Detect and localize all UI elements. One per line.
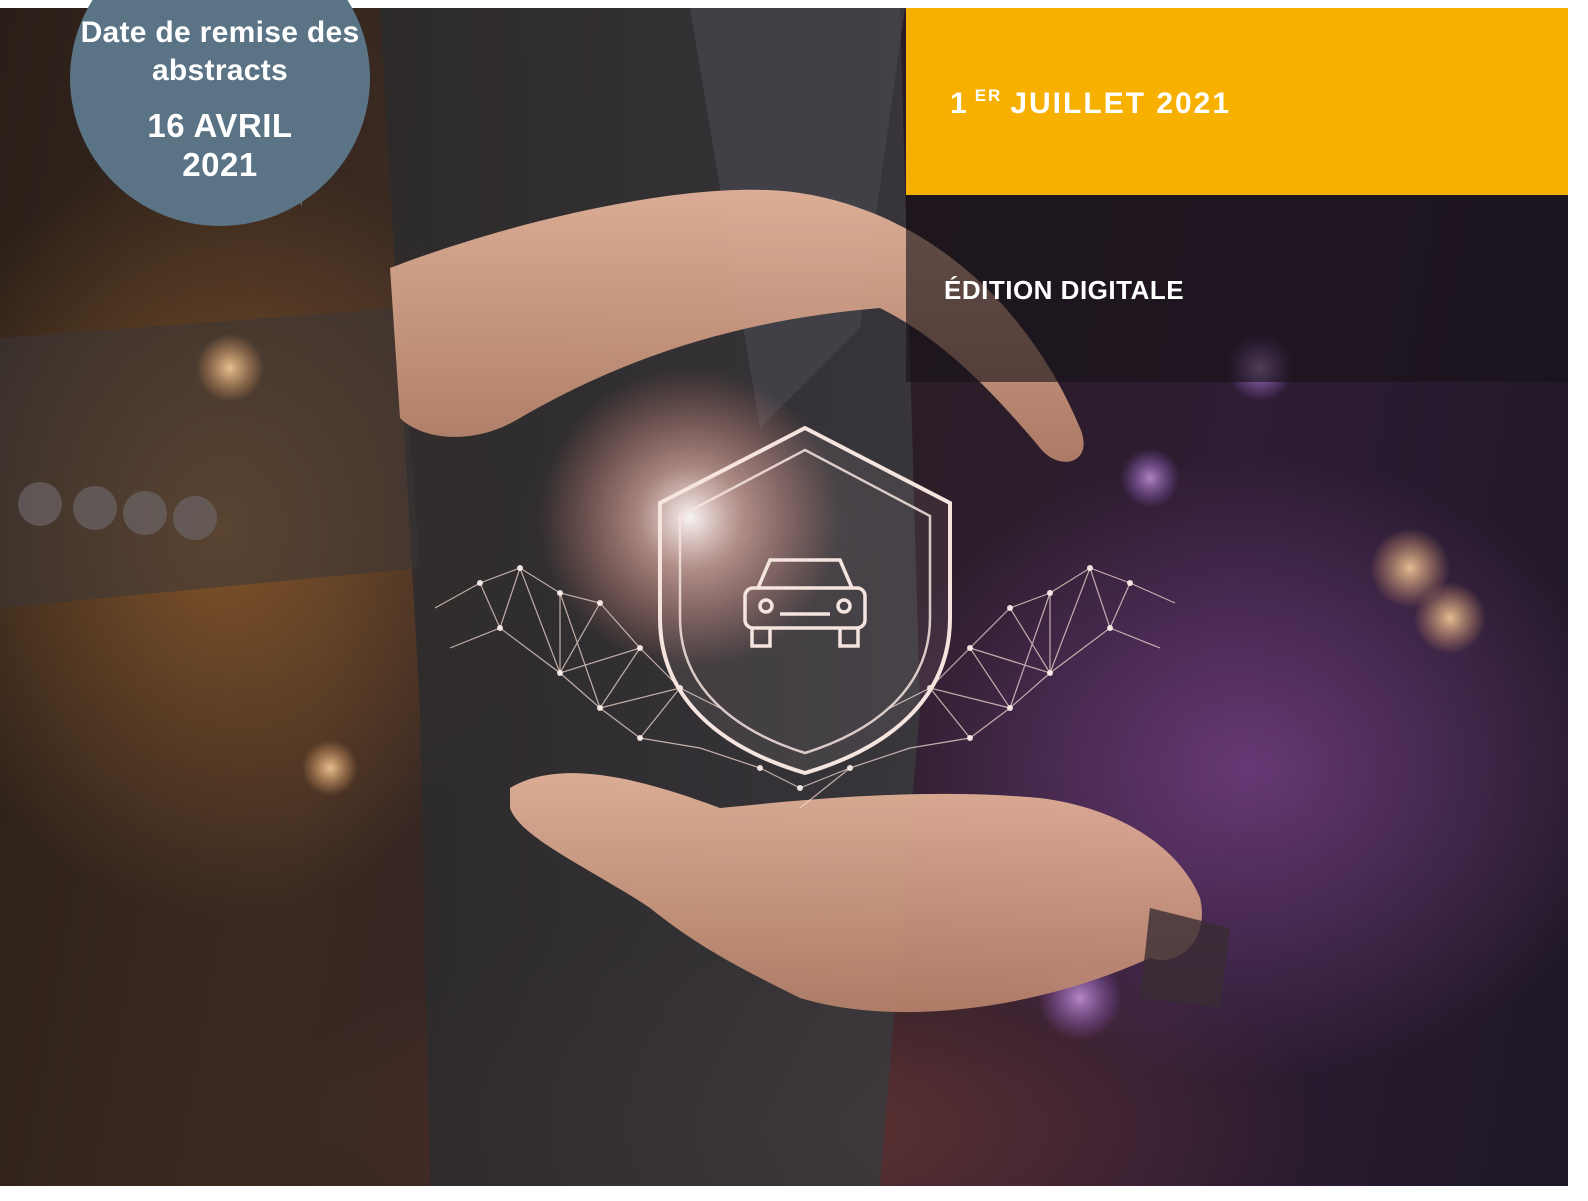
deadline-label: Date de remise des abstracts — [80, 16, 360, 87]
edition-label: ÉDITION DIGITALE — [944, 275, 1185, 305]
event-date-month-year: JUILLET 2021 — [1010, 87, 1232, 120]
deadline-date-line2: 2021 — [182, 146, 258, 183]
shield-car-icon — [658, 425, 952, 776]
edition-panel: ÉDITION DIGITALE — [906, 195, 1568, 382]
deadline-date: 16 AVRIL 2021 — [70, 106, 370, 184]
event-date-suffix: ER — [974, 86, 1003, 105]
event-date: 1 ER JUILLET 2021 — [950, 86, 1231, 121]
event-date-day: 1 — [950, 87, 969, 120]
event-date-panel: 1 ER JUILLET 2021 — [906, 8, 1568, 195]
deadline-date-line1: 16 AVRIL — [147, 107, 293, 144]
watch-cuff — [1140, 908, 1230, 1008]
event-banner: 1 ER JUILLET 2021 ÉDITION DIGITALE Date de… — [0, 0, 1588, 1201]
